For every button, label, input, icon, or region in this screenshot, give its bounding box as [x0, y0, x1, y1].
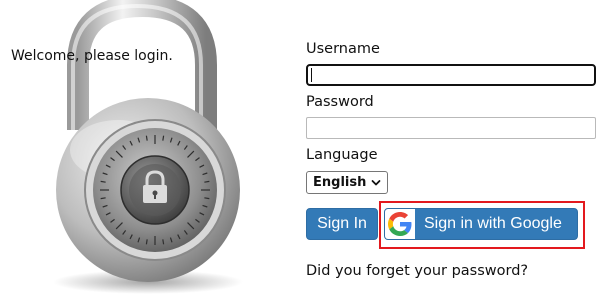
- welcome-message: Welcome, please login.: [11, 48, 173, 64]
- google-g-icon: [388, 212, 412, 236]
- chevron-down-icon: [371, 179, 381, 185]
- password-field[interactable]: [306, 117, 596, 139]
- google-sign-in-label: Sign in with Google: [424, 215, 562, 232]
- password-label: Password: [306, 94, 374, 110]
- username-label: Username: [306, 41, 380, 57]
- sign-in-label: Sign In: [317, 215, 367, 232]
- forgot-password-link[interactable]: Did you forget your password?: [306, 263, 528, 279]
- google-logo-tile: [385, 209, 415, 239]
- google-sign-in-button[interactable]: Sign in with Google: [384, 208, 578, 240]
- username-field[interactable]: [306, 64, 596, 86]
- language-select[interactable]: English: [306, 171, 388, 194]
- sign-in-button[interactable]: Sign In: [306, 208, 378, 240]
- combination-padlock-icon: [53, 0, 243, 294]
- language-label: Language: [306, 147, 378, 163]
- text-caret: [311, 68, 312, 82]
- language-selected-value: English: [313, 175, 367, 190]
